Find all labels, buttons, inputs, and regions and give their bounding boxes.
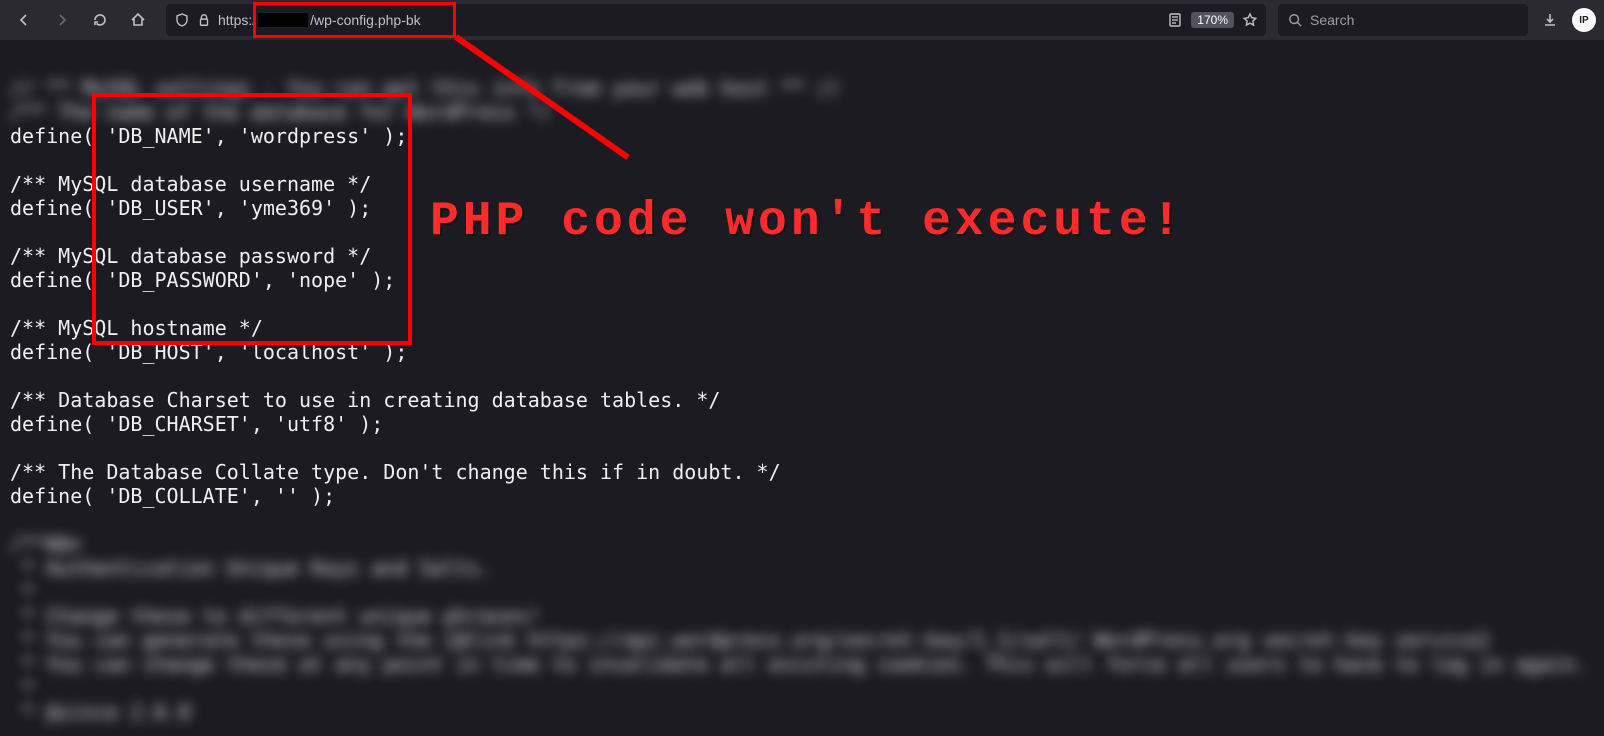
reload-button[interactable] bbox=[84, 4, 116, 36]
home-button[interactable] bbox=[122, 4, 154, 36]
zoom-badge[interactable]: 170% bbox=[1191, 12, 1234, 28]
search-placeholder: Search bbox=[1310, 12, 1354, 28]
code-line: define( 'DB_USER', 'yme369' ); bbox=[10, 196, 371, 220]
code-line: /** The Database Collate type. Don't cha… bbox=[10, 460, 781, 484]
ip-extension-badge[interactable]: IP bbox=[1572, 8, 1596, 32]
lock-icon bbox=[196, 12, 212, 28]
home-icon bbox=[130, 12, 146, 28]
blurred-line: * bbox=[10, 580, 34, 604]
page-content: // ** MySQL settings - You can get this … bbox=[0, 40, 1604, 736]
blurred-line: * @since 2.6.0 bbox=[10, 700, 191, 724]
url-text: https://wp-config.php-bk bbox=[218, 12, 421, 28]
search-icon bbox=[1288, 13, 1302, 27]
code-line: /** MySQL database password */ bbox=[10, 244, 371, 268]
code-line: define( 'DB_NAME', 'wordpress' ); bbox=[10, 124, 407, 148]
code-line: define( 'DB_PASSWORD', 'nope' ); bbox=[10, 268, 395, 292]
blurred-line: /** The name of the database for WordPre… bbox=[10, 100, 552, 124]
blurred-line: * You can generate these using the {@lin… bbox=[10, 628, 1491, 652]
forward-button[interactable] bbox=[46, 4, 78, 36]
code-line: define( 'DB_COLLATE', '' ); bbox=[10, 484, 335, 508]
reader-mode-icon[interactable] bbox=[1167, 12, 1183, 28]
code-line: /** MySQL database username */ bbox=[10, 172, 371, 196]
url-bar[interactable]: https://wp-config.php-bk 170% bbox=[166, 4, 1266, 36]
arrow-left-icon bbox=[16, 12, 32, 28]
code-line: define( 'DB_HOST', 'localhost' ); bbox=[10, 340, 407, 364]
redacted-domain bbox=[258, 13, 308, 27]
search-bar[interactable]: Search bbox=[1278, 4, 1528, 36]
code-line: define( 'DB_CHARSET', 'utf8' ); bbox=[10, 412, 383, 436]
blurred-line: * bbox=[10, 676, 34, 700]
blurred-line: * Authentication Unique Keys and Salts. bbox=[10, 556, 492, 580]
reload-icon bbox=[92, 12, 108, 28]
blurred-line: * Change these to different unique phras… bbox=[10, 604, 540, 628]
bookmark-icon[interactable] bbox=[1242, 12, 1258, 28]
download-icon bbox=[1542, 12, 1558, 28]
blurred-line: * You can change these at any point in t… bbox=[10, 652, 1587, 676]
shield-icon bbox=[174, 12, 190, 28]
arrow-right-icon bbox=[54, 12, 70, 28]
browser-toolbar: https://wp-config.php-bk 170% Search IP bbox=[0, 0, 1604, 40]
code-line: /** MySQL hostname */ bbox=[10, 316, 263, 340]
blurred-line: // ** MySQL settings - You can get this … bbox=[10, 76, 841, 100]
back-button[interactable] bbox=[8, 4, 40, 36]
downloads-button[interactable] bbox=[1534, 4, 1566, 36]
blurred-line: /**#@+ bbox=[10, 532, 82, 556]
code-line: /** Database Charset to use in creating … bbox=[10, 388, 720, 412]
